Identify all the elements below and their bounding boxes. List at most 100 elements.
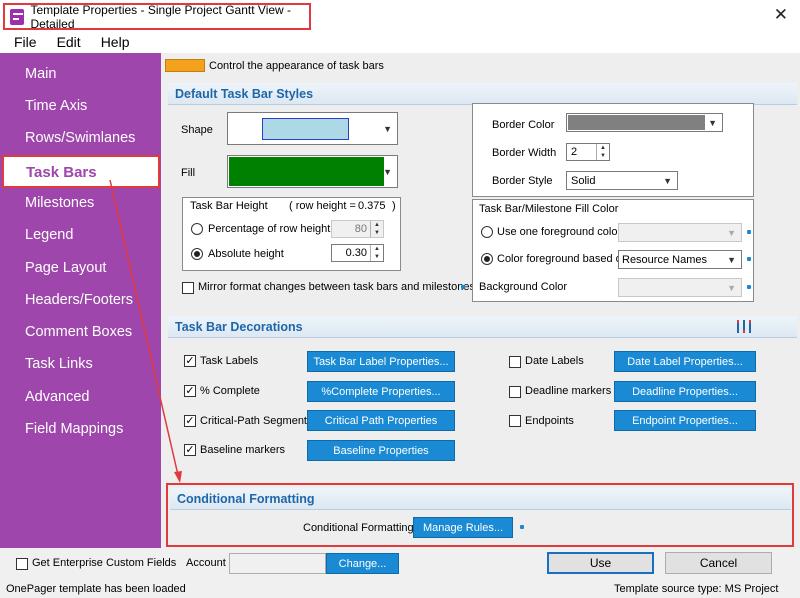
sidebar-item-page-layout[interactable]: Page Layout (25, 260, 106, 276)
title-highlight: Template Properties - Single Project Gan… (3, 2, 311, 31)
section-decorations: Task Bar Decorations (168, 316, 797, 338)
group-title: Task Bar/Milestone Fill Color (479, 203, 619, 215)
mirror-label: Mirror format changes between task bars … (198, 281, 475, 293)
sidebar-item-legend[interactable]: Legend (25, 227, 73, 243)
baseline-markers-label: Baseline markers (200, 444, 285, 456)
sidebar-item-headers-footers[interactable]: Headers/Footers (25, 292, 133, 308)
color-based-on-dropdown[interactable]: Resource Names ▼ (618, 250, 742, 269)
color-based-on-radio[interactable] (481, 253, 493, 265)
fill-color-group: Task Bar/Milestone Fill Color Use one fo… (472, 199, 754, 302)
menu-help[interactable]: Help (101, 34, 130, 50)
sliders-icon[interactable] (737, 319, 751, 333)
date-labels-label: Date Labels (525, 355, 584, 367)
percent-complete-checkbox[interactable]: ✓ (184, 385, 196, 397)
fill-swatch (229, 157, 384, 186)
account-input[interactable] (229, 553, 326, 574)
cancel-button[interactable]: Cancel (665, 552, 772, 574)
chevron-down-icon: ▼ (727, 254, 736, 265)
foreground-color-dropdown[interactable]: ▼ (618, 223, 742, 242)
sidebar-item-comment-boxes[interactable]: Comment Boxes (25, 324, 132, 340)
shape-label: Shape (181, 124, 213, 136)
critical-path-checkbox[interactable]: ✓ (184, 415, 196, 427)
mirror-checkbox[interactable] (182, 282, 194, 294)
enterprise-fields-label: Get Enterprise Custom Fields (32, 557, 177, 569)
endpoints-label: Endpoints (525, 415, 574, 427)
sidebar-item-milestones[interactable]: Milestones (25, 195, 94, 211)
shape-dropdown[interactable]: ▼ (227, 112, 398, 145)
row-height-value: 0.375 (358, 200, 386, 212)
deadline-markers-checkbox[interactable] (509, 386, 521, 398)
background-color-label: Background Color (479, 281, 568, 293)
sidebar-item-advanced[interactable]: Advanced (25, 389, 90, 405)
border-width-stepper[interactable]: 2 ▲ ▼ (566, 143, 610, 161)
border-style-label: Border Style (492, 175, 553, 187)
close-icon[interactable]: ✕ (774, 5, 788, 25)
critical-path-properties-button[interactable]: Critical Path Properties (307, 410, 455, 431)
absolute-height-stepper[interactable]: 0.30 ▲ ▼ (331, 244, 384, 262)
use-one-color-label: Use one foreground color: (497, 226, 625, 238)
spin-arrows-icon[interactable]: ▲ ▼ (370, 245, 383, 261)
percent-complete-properties-button[interactable]: %Complete Properties... (307, 381, 455, 402)
deadline-markers-label: Deadline markers (525, 385, 612, 397)
window-title: Template Properties - Single Project Gan… (30, 2, 292, 31)
chevron-down-icon: ▼ (383, 123, 392, 134)
border-width-value: 2 (571, 146, 578, 158)
row-height-label: ( row height = (289, 200, 356, 212)
chevron-down-icon: ▼ (383, 166, 392, 177)
background-color-dropdown[interactable]: ▼ (618, 278, 742, 297)
task-bar-icon (165, 59, 205, 72)
task-bar-label-properties-button[interactable]: Task Bar Label Properties... (307, 351, 455, 372)
title-bar: Template Properties - Single Project Gan… (0, 0, 800, 31)
sidebar-item-time-axis[interactable]: Time Axis (25, 98, 87, 114)
chevron-down-icon: ▼ (663, 175, 672, 186)
endpoints-checkbox[interactable] (509, 415, 521, 427)
page-description: Control the appearance of task bars (209, 60, 384, 72)
use-one-color-radio[interactable] (481, 226, 493, 238)
absolute-height-value: 0.30 (345, 247, 367, 259)
info-dot-icon (461, 285, 465, 289)
shape-swatch (262, 118, 349, 140)
sidebar: Main Time Axis Rows/Swimlanes Task Bars … (0, 53, 161, 548)
manage-rules-button[interactable]: Manage Rules... (413, 517, 513, 538)
spin-arrows-icon[interactable]: ▲ ▼ (596, 144, 609, 160)
menu-edit[interactable]: Edit (57, 34, 81, 50)
absolute-height-label: Absolute height (208, 248, 284, 260)
endpoint-properties-button[interactable]: Endpoint Properties... (614, 410, 756, 431)
baseline-properties-button[interactable]: Baseline Properties (307, 440, 455, 461)
absolute-height-radio[interactable] (191, 248, 203, 260)
percentage-stepper[interactable]: 80 ▲ ▼ (331, 220, 384, 238)
border-color-dropdown[interactable]: ▼ (566, 113, 723, 132)
task-labels-checkbox[interactable]: ✓ (184, 355, 196, 367)
border-style-value: Solid (571, 175, 596, 187)
sidebar-item-task-bars[interactable]: Task Bars (2, 155, 160, 188)
percent-complete-label: % Complete (200, 385, 260, 397)
date-label-properties-button[interactable]: Date Label Properties... (614, 351, 756, 372)
info-dot-icon (747, 230, 751, 234)
baseline-markers-checkbox[interactable]: ✓ (184, 444, 196, 456)
account-label: Account (186, 557, 226, 569)
menu-file[interactable]: File (14, 34, 37, 50)
border-style-dropdown[interactable]: Solid ▼ (566, 171, 678, 190)
info-dot-icon (747, 257, 751, 261)
sidebar-item-field-mappings[interactable]: Field Mappings (25, 421, 123, 437)
spin-arrows-icon[interactable]: ▲ ▼ (370, 221, 383, 237)
sidebar-item-task-links[interactable]: Task Links (25, 356, 93, 372)
task-bar-height-group: Task Bar Height ( row height = 0.375 ) P… (182, 197, 401, 271)
color-based-on-label: Color foreground based on (497, 253, 628, 265)
group-title: Task Bar Height (190, 200, 268, 212)
fill-dropdown[interactable]: ▼ (227, 155, 398, 188)
sidebar-item-main[interactable]: Main (25, 66, 56, 82)
sidebar-item-rows-swimlanes[interactable]: Rows/Swimlanes (25, 130, 135, 146)
chevron-down-icon: ▼ (708, 117, 717, 128)
change-button[interactable]: Change... (326, 553, 399, 574)
use-button[interactable]: Use (547, 552, 654, 574)
enterprise-fields-checkbox[interactable] (16, 558, 28, 570)
sidebar-item-label: Task Bars (26, 164, 97, 181)
date-labels-checkbox[interactable] (509, 356, 521, 368)
row-height-close: ) (392, 200, 396, 212)
color-based-on-value: Resource Names (622, 254, 707, 266)
deadline-properties-button[interactable]: Deadline Properties... (614, 381, 756, 402)
info-dot-icon (520, 525, 524, 529)
percentage-radio[interactable] (191, 223, 203, 235)
border-width-label: Border Width (492, 147, 557, 159)
